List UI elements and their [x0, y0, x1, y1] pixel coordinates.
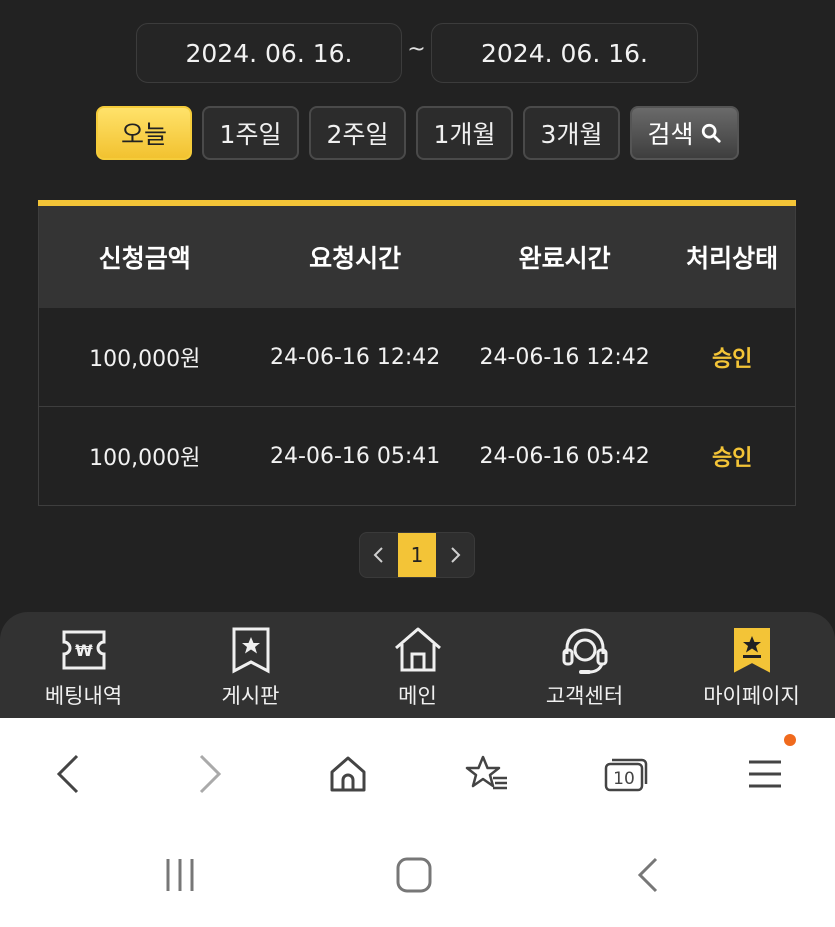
browser-tabs-button[interactable]: 10: [598, 746, 654, 802]
home-square-icon: [396, 857, 432, 893]
browser-bookmarks-button[interactable]: [459, 746, 515, 802]
nav-label: 메인: [398, 684, 437, 708]
system-nav-bar: [0, 822, 835, 927]
nav-label: 베팅내역: [44, 684, 123, 708]
period-today-button[interactable]: 오늘: [96, 106, 192, 160]
search-button[interactable]: 검색: [630, 106, 739, 160]
tabs-count: 10: [613, 769, 635, 789]
chevron-left-icon: [373, 547, 383, 563]
app-root: 2024. 06. 16. ~ 2024. 06. 16. 오늘 1주일 2주일…: [0, 0, 835, 927]
period-1month-button[interactable]: 1개월: [416, 106, 513, 160]
cell-amount: 100,000원: [89, 446, 201, 471]
board-star-icon: [232, 627, 269, 674]
nav-label: 고객센터: [545, 684, 624, 708]
recent-apps-icon: [166, 859, 194, 891]
period-filter: 오늘 1주일 2주일 1개월 3개월 검색: [0, 106, 835, 160]
browser-menu-button[interactable]: [737, 746, 793, 802]
next-page-button[interactable]: [436, 533, 474, 577]
chevron-left-icon: [56, 754, 79, 794]
cell-completed: 24-06-16 05:42: [479, 443, 650, 469]
menu-icon: [749, 760, 781, 788]
nav-label: 마이페이지: [703, 684, 800, 708]
prev-page-button[interactable]: [360, 533, 398, 577]
cell-requested: 24-06-16 05:41: [270, 443, 441, 469]
search-label: 검색: [647, 120, 694, 149]
nav-main[interactable]: 메인: [334, 612, 501, 718]
table-row: 100,000원 24-06-16 12:42 24-06-16 12:42 승…: [38, 308, 796, 407]
nav-label: 게시판: [221, 684, 280, 708]
cell-completed: 24-06-16 12:42: [479, 344, 650, 370]
svg-text:₩: ₩: [75, 641, 93, 660]
home-icon: [330, 756, 366, 792]
cell-status: 승인: [711, 347, 753, 372]
header-status: 처리상태: [686, 244, 779, 273]
date-range: 2024. 06. 16. ~ 2024. 06. 16.: [0, 23, 835, 83]
browser-back-button[interactable]: [40, 746, 96, 802]
period-1week-button[interactable]: 1주일: [202, 106, 299, 160]
table-row: 100,000원 24-06-16 05:41 24-06-16 05:42 승…: [38, 407, 796, 506]
recent-apps-button[interactable]: [150, 850, 210, 900]
headset-icon: [562, 628, 607, 674]
star-list-icon: [465, 755, 507, 790]
header-completed: 완료시간: [518, 244, 611, 273]
cell-status: 승인: [711, 446, 753, 471]
history-table: 신청금액 요청시간 완료시간 처리상태 100,000원 24-06-16 12…: [38, 200, 796, 506]
period-3month-button[interactable]: 3개월: [523, 106, 620, 160]
system-back-button[interactable]: [618, 850, 678, 900]
chevron-right-icon: [199, 754, 222, 794]
date-from-field[interactable]: 2024. 06. 16.: [136, 23, 402, 83]
chevron-left-icon: [637, 857, 658, 893]
date-to-field[interactable]: 2024. 06. 16.: [431, 23, 698, 83]
site-bottom-nav: ₩ 베팅내역 게시판 메인 고객센터 마이페이지: [0, 612, 835, 718]
date-separator: ~: [407, 37, 426, 62]
ticket-won-icon: ₩: [62, 630, 105, 670]
cell-amount: 100,000원: [89, 347, 201, 372]
nav-mypage[interactable]: 마이페이지: [668, 612, 835, 718]
browser-toolbar: 10: [0, 718, 835, 822]
search-icon: [701, 123, 721, 143]
period-2week-button[interactable]: 2주일: [309, 106, 406, 160]
notification-dot: [784, 734, 796, 746]
header-requested: 요청시간: [309, 244, 402, 273]
tabs-icon: 10: [604, 758, 648, 792]
cell-requested: 24-06-16 12:42: [270, 344, 441, 370]
browser-home-button[interactable]: [320, 746, 376, 802]
page-1-button[interactable]: 1: [398, 533, 436, 577]
nav-customer-center[interactable]: 고객센터: [501, 612, 668, 718]
browser-forward-button[interactable]: [182, 746, 238, 802]
nav-betting-history[interactable]: ₩ 베팅내역: [0, 612, 167, 718]
nav-board[interactable]: 게시판: [167, 612, 334, 718]
chevron-right-icon: [451, 547, 461, 563]
system-home-button[interactable]: [384, 850, 444, 900]
pagination: 1: [359, 532, 475, 578]
bookmark-star-icon: [733, 628, 770, 673]
header-amount: 신청금액: [98, 244, 191, 273]
table-header: 신청금액 요청시간 완료시간 처리상태: [38, 206, 796, 308]
home-icon: [394, 627, 441, 672]
